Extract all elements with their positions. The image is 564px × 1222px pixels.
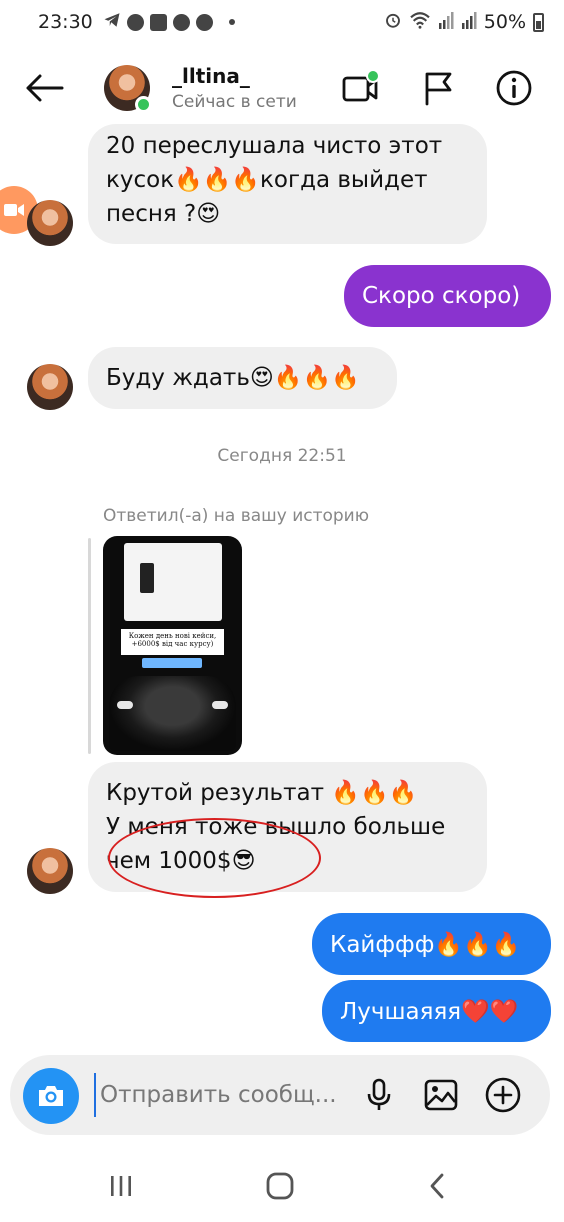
plus-circle-icon (485, 1077, 521, 1113)
sender-avatar[interactable] (27, 848, 73, 894)
signal-2-icon (461, 11, 477, 34)
wifi-icon (409, 11, 431, 34)
status-bar: 23:30 50% (0, 0, 564, 44)
telegram-icon (103, 11, 121, 34)
video-call-button[interactable] (340, 68, 380, 108)
more-notifications-icon (228, 19, 235, 25)
message-line: песня ?😍 (106, 201, 221, 227)
recents-button[interactable] (99, 1164, 143, 1208)
message-composer (10, 1055, 550, 1135)
telegram-alt-icon (172, 13, 190, 31)
flag-icon (425, 72, 452, 106)
incoming-message[interactable]: 20 переслушала чисто этот кусок🔥🔥🔥когда … (88, 124, 487, 244)
status-time: 23:30 (38, 11, 93, 33)
story-phone-image (140, 563, 154, 593)
info-button[interactable] (494, 68, 534, 108)
message-text: Кайффф🔥🔥🔥 (330, 931, 521, 958)
report-button[interactable] (418, 68, 458, 108)
info-icon (496, 70, 532, 106)
message-line: Крутой результат 🔥🔥🔥 (106, 780, 418, 806)
message-line: 20 переслушала чисто этот (106, 133, 443, 159)
system-nav-bar (0, 1140, 564, 1222)
notification-icons (103, 11, 235, 34)
reply-indicator-bar (88, 538, 91, 754)
outgoing-message[interactable]: Лучшаяяя❤️❤️ (322, 980, 551, 1042)
incoming-message[interactable]: Буду ждать😍🔥🔥🔥 (88, 347, 397, 409)
video-call-icon (342, 69, 380, 102)
sender-avatar[interactable] (27, 200, 73, 246)
sender-avatar[interactable] (27, 364, 73, 410)
car-headlight (117, 701, 133, 709)
outgoing-message[interactable]: Кайффф🔥🔥🔥 (312, 913, 551, 975)
signal-icon (438, 11, 454, 34)
story-caption: Кожен день нові кейси, +6000$ від час ку… (121, 629, 224, 655)
story-caption-line: Кожен день нові кейси, (128, 632, 217, 640)
contact-username[interactable]: _lltina_ (172, 64, 250, 88)
contact-status: Сейчас в сети (172, 92, 297, 112)
shazam-icon (195, 13, 213, 31)
story-screenshot (124, 543, 222, 621)
online-indicator (135, 96, 152, 113)
date-separator: Сегодня 22:51 (217, 446, 347, 466)
gallery-icon (424, 1079, 458, 1111)
system-back-button[interactable] (415, 1164, 459, 1208)
camera-icon (39, 1086, 63, 1106)
outgoing-message[interactable]: Скоро скоро) (344, 265, 551, 327)
incoming-message[interactable]: Крутой результат 🔥🔥🔥 У меня тоже вышло б… (88, 762, 487, 892)
system-icons: 50% (384, 11, 544, 34)
chat-header: _lltina_ Сейчас в сети (0, 50, 564, 130)
message-line: У меня тоже вышло больше (106, 814, 446, 840)
story-car-image (109, 676, 236, 751)
recents-icon (111, 1176, 131, 1196)
car-headlight (212, 701, 228, 709)
story-caption-line: +6000$ від час курсу) (131, 640, 214, 648)
back-arrow-icon (26, 74, 64, 102)
microphone-icon (367, 1078, 391, 1110)
home-button[interactable] (258, 1164, 302, 1208)
camera-button[interactable] (23, 1068, 79, 1124)
story-reply-label: Ответил(-а) на вашу историю (103, 506, 370, 526)
message-text: Буду ждать😍🔥🔥🔥 (106, 365, 360, 391)
message-input[interactable] (94, 1073, 354, 1117)
back-button[interactable] (20, 68, 68, 108)
message-line: кусок🔥🔥🔥когда выйдет (106, 167, 428, 193)
story-mention-tag (142, 658, 202, 668)
home-icon (266, 1172, 294, 1200)
back-icon (430, 1173, 444, 1199)
contact-avatar[interactable] (104, 65, 152, 113)
facebook-icon (126, 13, 144, 31)
more-options-button[interactable] (484, 1075, 522, 1115)
message-line: чем 1000$😎 (106, 848, 256, 874)
video-icon (4, 204, 24, 216)
message-text: Лучшаяяя❤️❤️ (340, 998, 519, 1025)
alarm-icon (384, 11, 402, 34)
battery-icon (533, 12, 544, 32)
story-thumbnail[interactable]: Кожен день нові кейси, +6000$ від час ку… (103, 536, 242, 755)
battery-percent: 50% (483, 11, 526, 33)
app-icon (149, 13, 167, 31)
voice-message-button[interactable] (360, 1075, 398, 1115)
gallery-button[interactable] (422, 1075, 460, 1115)
message-text: Скоро скоро) (362, 283, 521, 309)
